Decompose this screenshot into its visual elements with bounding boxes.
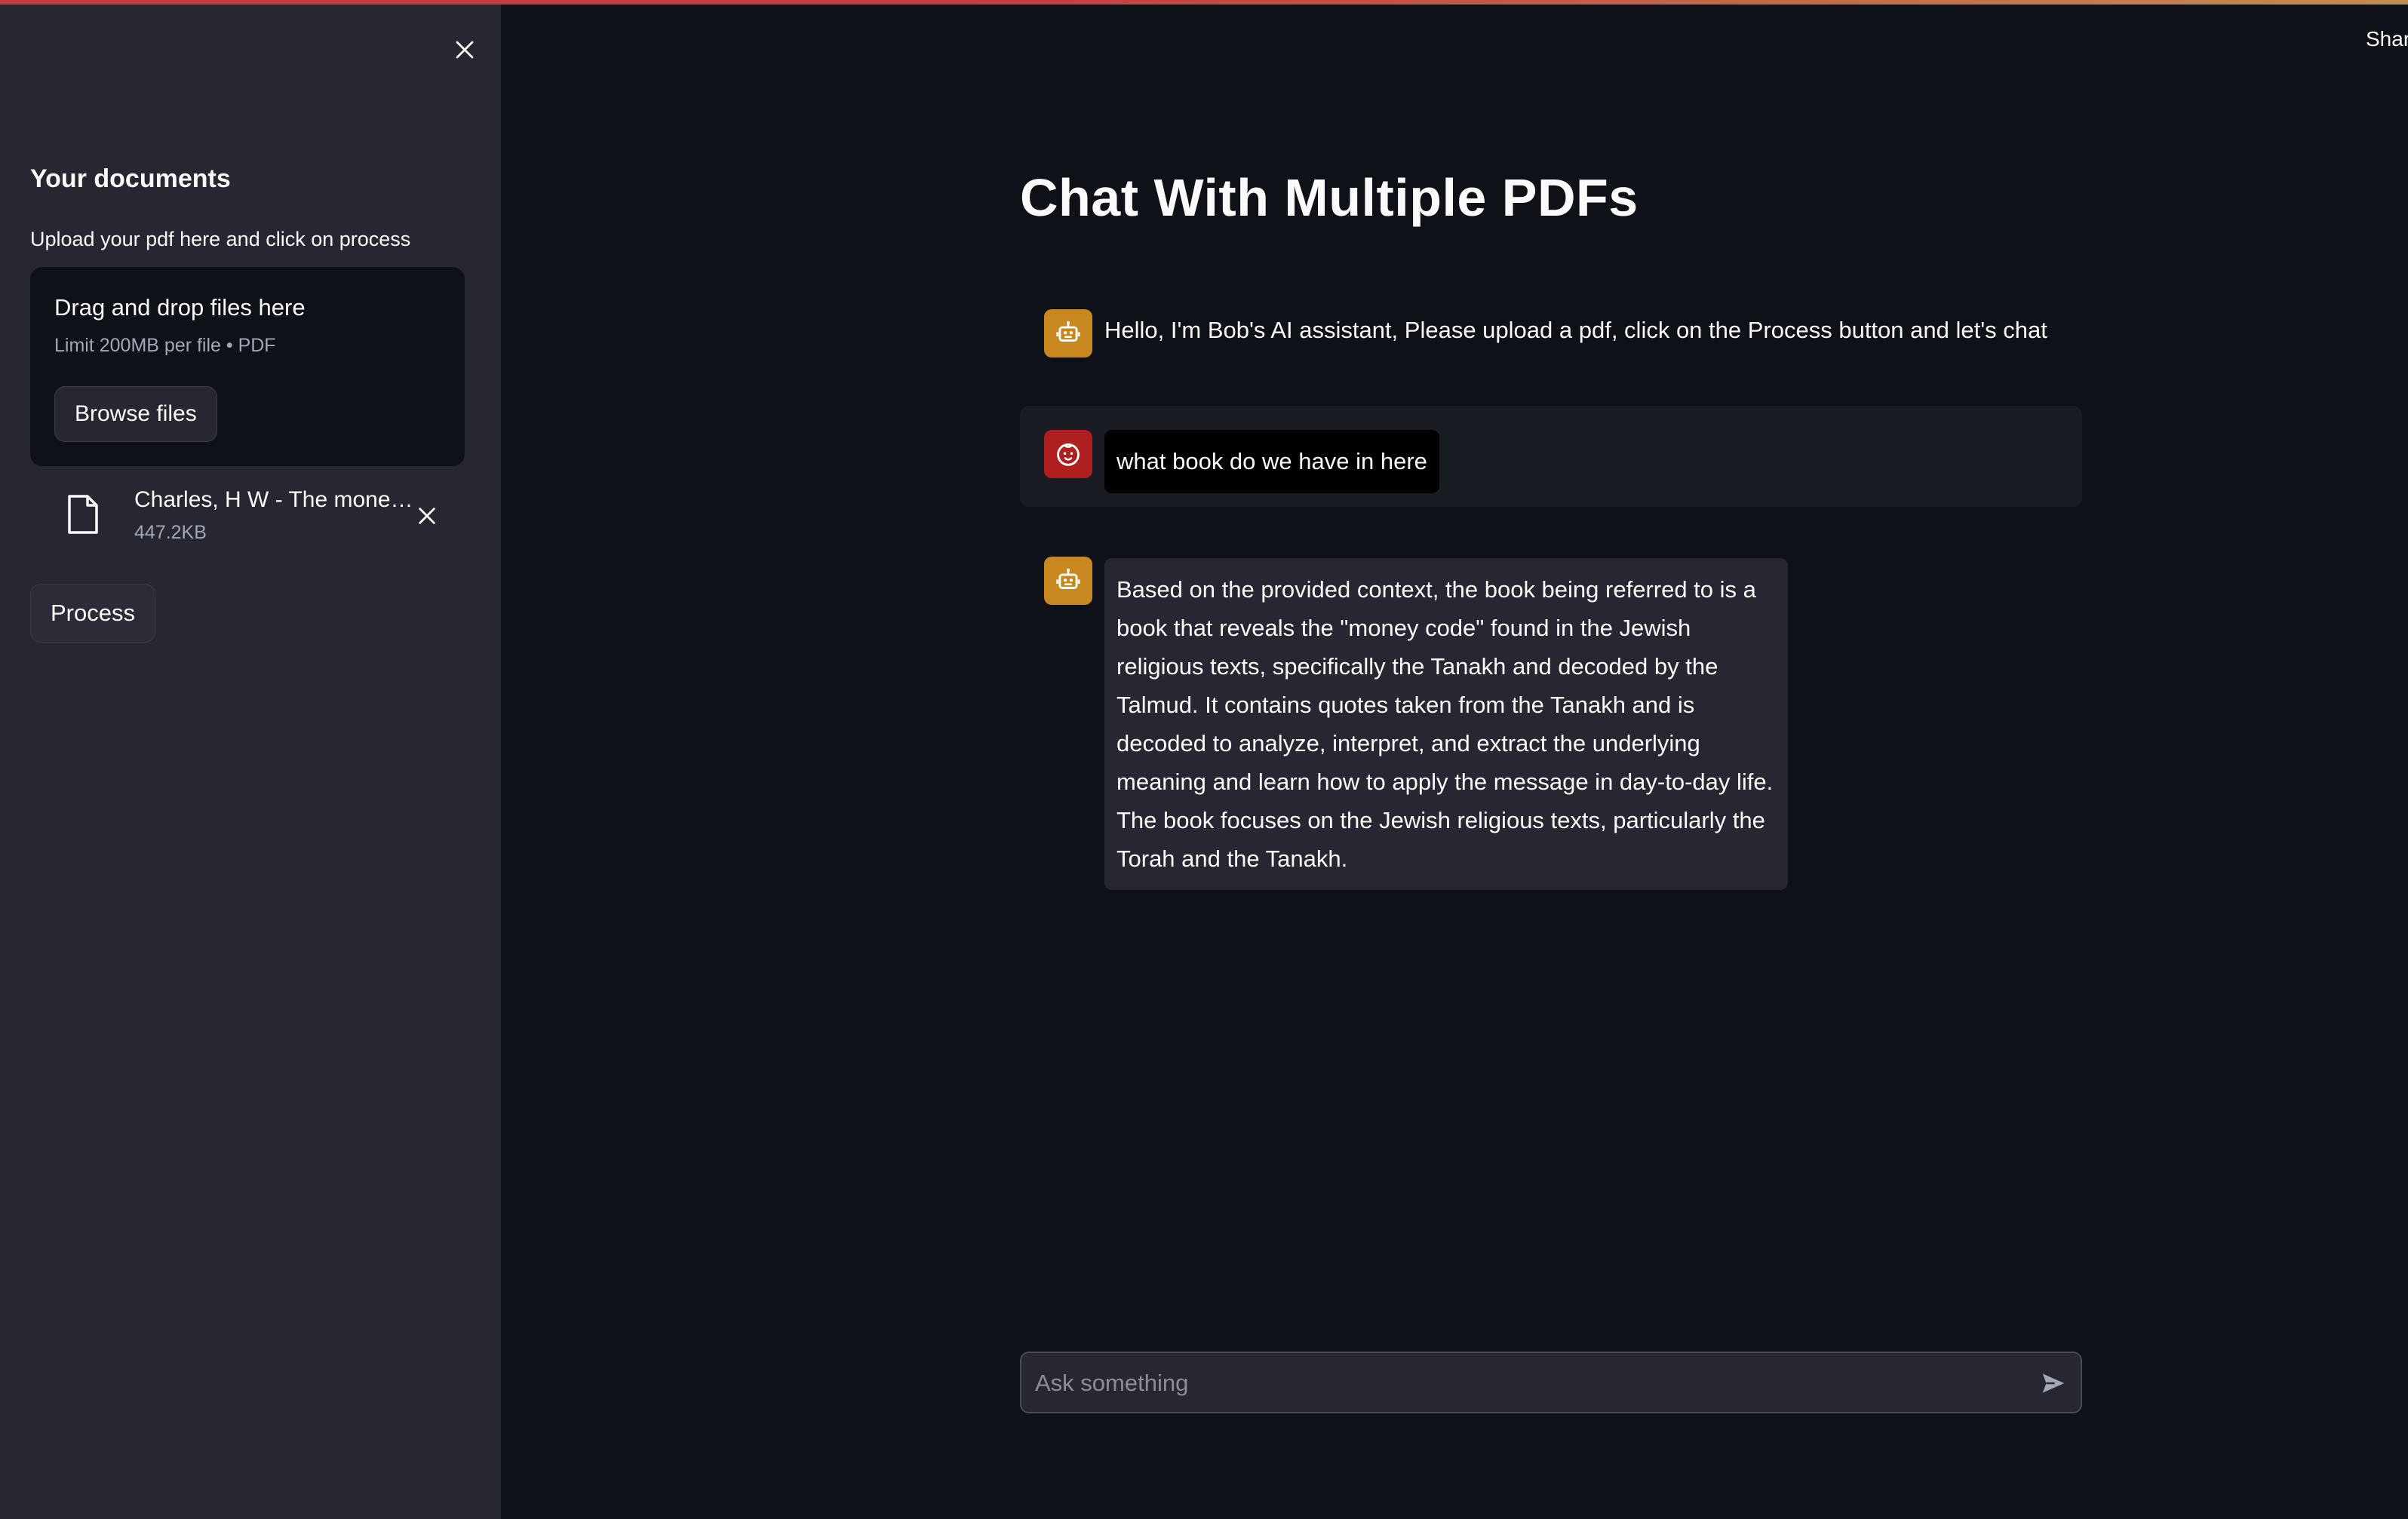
send-button[interactable] (2035, 1365, 2072, 1401)
robot-icon (1056, 321, 1080, 342)
chat-input-container (1020, 1352, 2082, 1413)
dropzone-limit: Limit 200MB per file • PDF (54, 335, 276, 356)
assistant-message-text: Based on the provided context, the book … (1104, 558, 1788, 890)
browse-files-button[interactable]: Browse files (54, 386, 217, 442)
process-button[interactable]: Process (30, 584, 155, 643)
close-icon (419, 508, 435, 524)
send-icon (2042, 1373, 2065, 1393)
close-icon (456, 41, 474, 59)
user-avatar (1044, 430, 1092, 478)
robot-icon (1056, 568, 1080, 589)
baby-face-icon (1057, 443, 1080, 466)
file-size: 447.2KB (134, 522, 207, 543)
assistant-message-text: Hello, I'm Bob's AI assistant, Please up… (1104, 317, 2047, 343)
sidebar: Your documents Upload your pdf here and … (0, 5, 501, 1519)
share-button[interactable]: Shar (2366, 27, 2408, 51)
close-sidebar-button[interactable] (447, 32, 483, 68)
file-name: Charles, H W - The mone… (134, 487, 413, 512)
file-dropzone[interactable]: Drag and drop files here Limit 200MB per… (30, 267, 465, 466)
user-message: what book do we have in here (1020, 406, 2082, 507)
uploader-caption: Upload your pdf here and click on proces… (30, 228, 411, 250)
user-message-text: what book do we have in here (1104, 430, 1439, 493)
assistant-avatar (1044, 557, 1092, 605)
uploaded-file-item: Charles, H W - The mone… 447.2KB (30, 480, 465, 555)
sidebar-heading: Your documents (30, 164, 231, 193)
page-title: Chat With Multiple PDFs (1020, 168, 1639, 227)
chat-input[interactable] (1034, 1353, 2017, 1413)
remove-file-button[interactable] (409, 498, 445, 534)
assistant-avatar (1044, 309, 1092, 358)
dropzone-title: Drag and drop files here (54, 294, 306, 321)
file-icon (68, 495, 98, 534)
